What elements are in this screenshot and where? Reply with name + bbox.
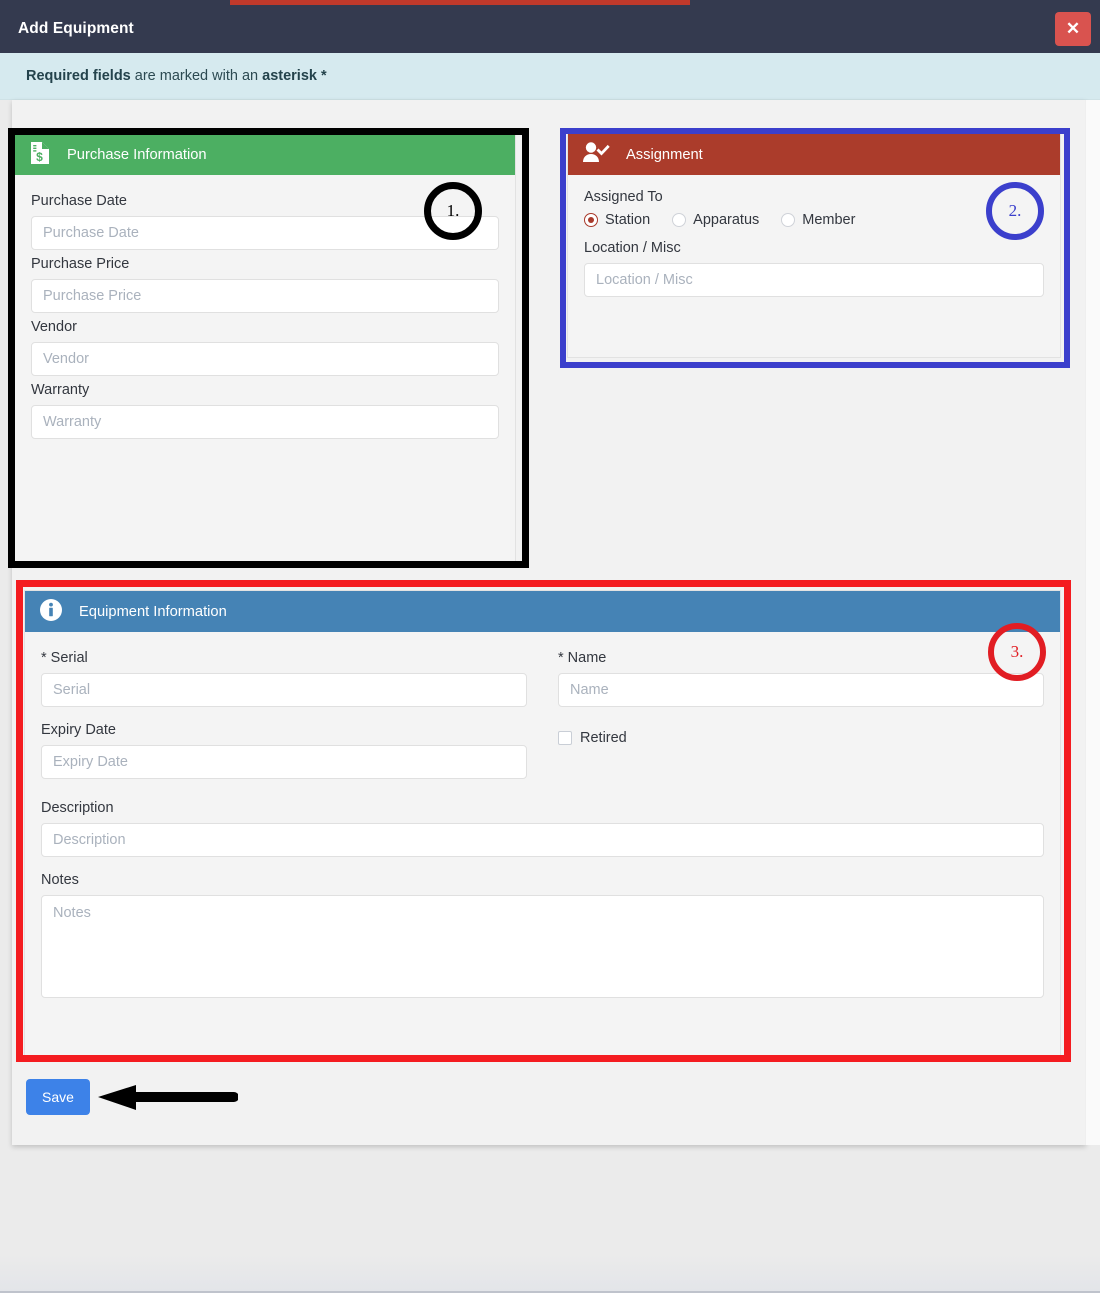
save-button[interactable]: Save	[26, 1079, 90, 1115]
notes-textarea[interactable]	[41, 895, 1044, 998]
name-input[interactable]	[558, 673, 1044, 707]
radio-apparatus-dot	[672, 213, 687, 227]
modal-scrollbar[interactable]	[1085, 100, 1100, 1145]
radio-station-label: Station	[605, 212, 651, 228]
equipment-col-right-1: * Name	[558, 644, 1044, 707]
radio-apparatus-label: Apparatus	[693, 212, 760, 228]
assignment-panel-header: Assignment	[568, 134, 1060, 175]
purchase-information-panel: $ Purchase Information Purchase Date Pur…	[14, 133, 516, 562]
warranty-label: Warranty	[31, 382, 90, 398]
radio-station-dot	[584, 213, 598, 227]
equipment-information-panel: Equipment Information * Serial * Name Ex…	[24, 590, 1061, 1056]
viewport-bottom-fade	[0, 1255, 1100, 1291]
info-circle-icon	[39, 598, 63, 626]
name-label: * Name	[558, 650, 607, 666]
location-misc-input[interactable]	[584, 263, 1044, 297]
vendor-input[interactable]	[31, 342, 499, 376]
description-input[interactable]	[41, 823, 1044, 857]
description-label: Description	[41, 800, 114, 816]
vendor-label: Vendor	[31, 319, 77, 335]
equipment-col-left-1: * Serial	[41, 644, 527, 707]
required-fields-alert: Required fields are marked with an aster…	[0, 53, 1100, 100]
alert-strong-asterisk: asterisk *	[262, 68, 327, 84]
purchase-price-input[interactable]	[31, 279, 499, 313]
radio-member[interactable]: Member	[781, 212, 855, 228]
modal-header: Add Equipment ✕	[0, 5, 1100, 53]
expiry-date-label: Expiry Date	[41, 722, 116, 738]
assignment-panel-title: Assignment	[626, 146, 703, 163]
expiry-date-input[interactable]	[41, 745, 527, 779]
equipment-information-panel-body: * Serial * Name Expiry Date Retired	[25, 632, 1060, 1014]
equipment-col-right-2: Retired	[558, 707, 1044, 779]
notes-label: Notes	[41, 872, 79, 888]
location-misc-label: Location / Misc	[584, 240, 681, 256]
assignment-panel-body: Assigned To Station Apparatus Member Loc…	[568, 175, 1060, 313]
required-fields-alert-text: Required fields are marked with an aster…	[26, 68, 327, 84]
equipment-row-2: Expiry Date Retired	[41, 707, 1044, 779]
radio-member-label: Member	[802, 212, 856, 228]
equipment-information-panel-title: Equipment Information	[79, 603, 227, 620]
assignment-panel: Assignment Assigned To Station Apparatus…	[567, 133, 1061, 358]
purchase-information-panel-title: Purchase Information	[67, 146, 207, 163]
retired-checkbox-box	[558, 731, 572, 745]
radio-station[interactable]: Station	[584, 212, 650, 228]
svg-text:$: $	[36, 150, 43, 164]
alert-middle-text: are marked with an	[130, 68, 263, 84]
equipment-col-left-2: Expiry Date	[41, 707, 527, 779]
purchase-information-panel-header: $ Purchase Information	[15, 134, 515, 175]
equipment-row-1: * Serial * Name	[41, 644, 1044, 707]
purchase-price-label: Purchase Price	[31, 256, 130, 272]
purchase-date-label: Purchase Date	[31, 193, 127, 209]
serial-label: * Serial	[41, 650, 88, 666]
radio-apparatus[interactable]: Apparatus	[672, 212, 759, 228]
radio-member-dot	[781, 213, 796, 227]
purchase-date-input[interactable]	[31, 216, 499, 250]
warranty-input[interactable]	[31, 405, 499, 439]
close-icon[interactable]: ✕	[1055, 12, 1091, 46]
invoice-dollar-icon: $	[29, 141, 51, 169]
equipment-information-panel-header: Equipment Information	[25, 591, 1060, 632]
user-check-icon	[582, 141, 610, 169]
retired-label: Retired	[580, 730, 627, 746]
assigned-to-label: Assigned To	[584, 189, 663, 205]
screen-root: Add Equipment ✕ Required fields are mark…	[0, 0, 1100, 1293]
retired-checkbox[interactable]: Retired	[558, 730, 1044, 746]
serial-input[interactable]	[41, 673, 527, 707]
purchase-information-panel-body: Purchase Date Purchase Price Vendor Warr…	[15, 175, 515, 455]
assigned-to-radio-group: Station Apparatus Member	[584, 212, 1044, 228]
alert-strong-required: Required fields	[26, 68, 131, 84]
page-title: Add Equipment	[18, 20, 134, 37]
